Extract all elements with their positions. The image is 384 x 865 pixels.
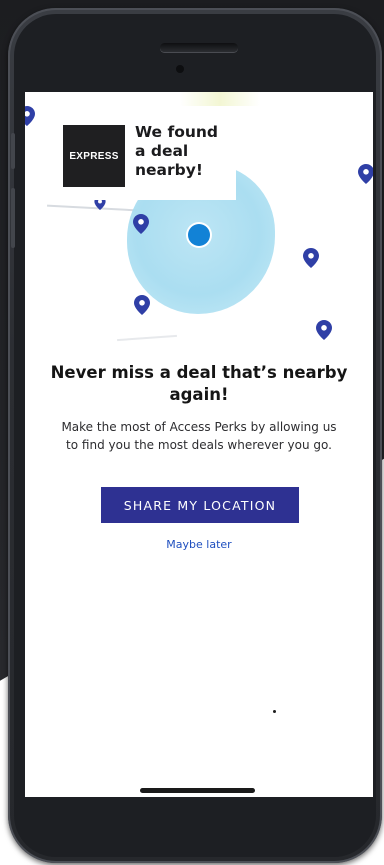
phone-speaker (160, 43, 238, 52)
callout-message-line: nearby! (135, 161, 203, 179)
callout-message: We found a deal nearby! (135, 123, 235, 180)
callout-message-line: We found (135, 123, 219, 141)
deal-callout: EXPRESS We found a deal nearby! (63, 122, 236, 200)
map-pin-icon[interactable] (316, 320, 332, 340)
phone-side-button (11, 133, 15, 169)
front-camera (176, 65, 184, 73)
location-map: EXPRESS We found a deal nearby! (25, 92, 373, 352)
phone-side-button (11, 188, 15, 248)
app-screen: EXPRESS We found a deal nearby! Never mi… (25, 92, 373, 797)
page-title: Never miss a deal that’s nearby again! (25, 362, 373, 406)
express-logo: EXPRESS (63, 125, 125, 187)
description: Make the most of Access Perks by allowin… (35, 418, 363, 454)
screen-speck (273, 710, 276, 713)
page-title-line: Never miss a deal that’s nearby (50, 363, 348, 382)
map-pin-icon[interactable] (303, 248, 319, 268)
maybe-later-link[interactable]: Maybe later (25, 538, 373, 551)
map-pin-icon[interactable] (25, 106, 35, 126)
map-road (47, 204, 137, 212)
map-road (117, 334, 177, 342)
callout-message-line: a deal (135, 142, 189, 160)
map-pin-icon[interactable] (358, 164, 373, 184)
map-pin-icon[interactable] (134, 295, 150, 315)
page-title-line: again! (169, 385, 229, 404)
share-location-button[interactable]: SHARE MY LOCATION (101, 487, 299, 523)
device-mockup-photo: EXPRESS We found a deal nearby! Never mi… (0, 0, 384, 865)
home-indicator[interactable] (140, 788, 255, 793)
description-line: to find you the most deals wherever you … (66, 438, 332, 452)
current-location-dot-icon (188, 224, 210, 246)
description-line: Make the most of Access Perks by allowin… (61, 420, 337, 434)
brand-name: EXPRESS (69, 150, 119, 162)
map-pin-icon[interactable] (133, 214, 149, 234)
